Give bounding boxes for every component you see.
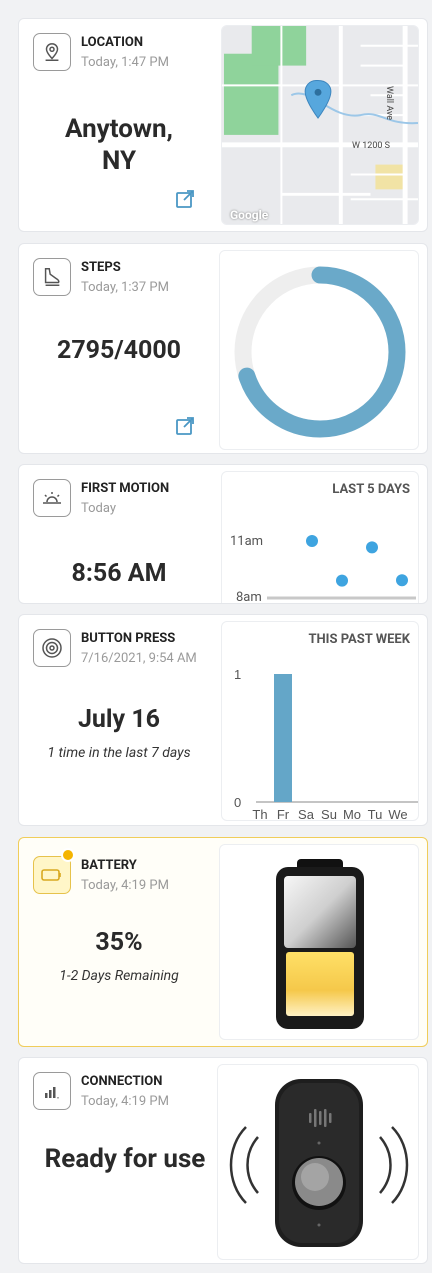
motion-point xyxy=(336,574,348,587)
motion-point xyxy=(396,574,408,587)
pendant-device-illustration xyxy=(229,1079,409,1247)
open-external-icon[interactable] xyxy=(175,416,195,436)
help-button-icon xyxy=(33,629,71,667)
steps-card[interactable]: STEPS Today, 1:37 PM 2795/4000 xyxy=(18,243,428,454)
connection-value: Ready for use xyxy=(44,1144,206,1174)
map-attribution: Google xyxy=(230,208,269,222)
steps-value: 2795/4000 xyxy=(56,336,182,365)
location-title: LOCATION xyxy=(81,35,144,50)
connection-card[interactable]: CONNECTION Today, 4:19 PM Ready for use xyxy=(18,1057,428,1264)
battery-level-fill xyxy=(286,952,354,1016)
connection-time: Today, 4:19 PM xyxy=(81,1094,169,1109)
map-road-label-2: Wall Ave xyxy=(384,86,394,121)
battery-card[interactable]: BATTERY Today, 4:19 PM 35% 1-2 Days Rema… xyxy=(18,837,428,1047)
y-tick-label: 1 xyxy=(234,667,241,682)
steps-ring-panel xyxy=(219,250,419,450)
motion-point xyxy=(366,541,378,554)
location-city-line2: NY xyxy=(101,146,137,176)
location-time: Today, 1:47 PM xyxy=(81,55,169,70)
location-city-line1: Anytown, xyxy=(65,114,173,144)
steps-progress-ring xyxy=(234,266,406,438)
open-external-icon[interactable] xyxy=(175,189,195,209)
map-road-label-1: W 1200 S xyxy=(352,141,391,151)
button-press-detail: 1 time in the last 7 days xyxy=(47,745,191,761)
x-tick-Fr: Fr xyxy=(277,807,290,821)
signal-bars-icon xyxy=(33,1072,71,1110)
map-image xyxy=(222,26,418,224)
steps-time: Today, 1:37 PM xyxy=(81,280,169,295)
x-tick-Th: Th xyxy=(252,807,267,821)
first-motion-time: Today xyxy=(81,501,117,516)
battery-illustration-panel xyxy=(219,844,419,1040)
battery-alert-badge xyxy=(61,848,75,862)
battery-time: Today, 4:19 PM xyxy=(81,878,169,893)
first-motion-plot xyxy=(267,535,416,600)
steps-title: STEPS xyxy=(81,260,121,275)
x-tick-We: We xyxy=(388,807,407,821)
x-tick-Mo: Mo xyxy=(343,807,361,821)
sunrise-icon xyxy=(33,479,71,517)
y-tick-label: 0 xyxy=(234,795,241,810)
first-motion-card[interactable]: FIRST MOTION Today 8:56 AM LAST 5 DAYS 1… xyxy=(18,464,428,604)
first-motion-chart: LAST 5 DAYS 11am 8am xyxy=(221,471,419,603)
bar-Fr xyxy=(274,674,292,802)
shoe-icon xyxy=(33,258,71,296)
location-pin-icon xyxy=(33,33,71,71)
button-press-chart: THIS PAST WEEK 1 0 Th Fr Sa Su Mo Tu We xyxy=(221,621,419,821)
first-motion-value: 8:56 AM xyxy=(71,559,167,588)
location-map[interactable]: W 1200 S Wall Ave Google xyxy=(221,25,419,225)
battery-illustration xyxy=(276,859,364,1029)
battery-value: 35% xyxy=(95,928,143,957)
connection-illustration-panel xyxy=(217,1064,419,1260)
location-card[interactable]: LOCATION Today, 1:47 PM Anytown, NY W 12… xyxy=(18,18,428,232)
battery-detail: 1-2 Days Remaining xyxy=(59,968,179,984)
button-press-plot: 1 0 Th Fr Sa Su Mo Tu We xyxy=(234,667,418,821)
button-press-time: 7/16/2021, 9:54 AM xyxy=(81,651,197,666)
motion-point xyxy=(306,535,318,547)
button-press-title: BUTTON PRESS xyxy=(81,631,176,646)
x-tick-Sa: Sa xyxy=(298,807,315,821)
connection-title: CONNECTION xyxy=(81,1074,163,1089)
x-tick-Su: Su xyxy=(321,807,337,821)
battery-title: BATTERY xyxy=(81,858,137,873)
first-motion-title: FIRST MOTION xyxy=(81,481,170,496)
x-tick-Tu: Tu xyxy=(368,807,383,821)
button-press-value: July 16 xyxy=(77,705,161,734)
button-press-card[interactable]: BUTTON PRESS 7/16/2021, 9:54 AM July 16 … xyxy=(18,614,428,826)
